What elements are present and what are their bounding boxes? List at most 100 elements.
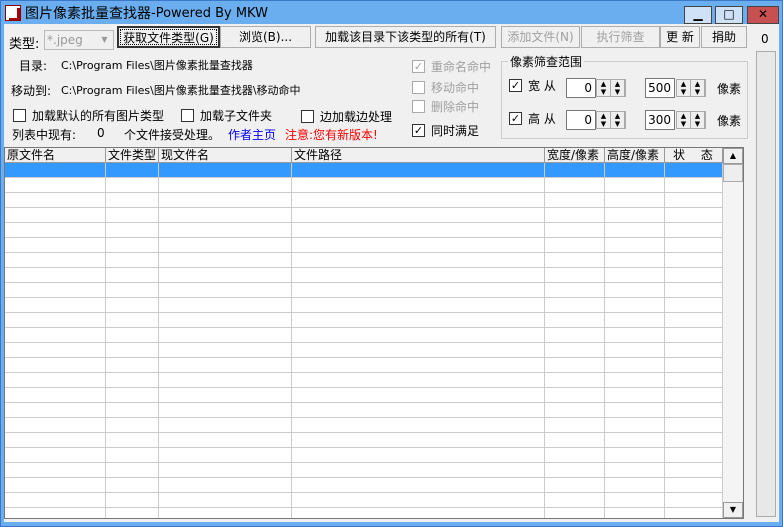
table-row[interactable] [5,493,743,508]
table-row[interactable] [5,208,743,223]
browse-button[interactable]: 浏览(B)... [220,26,311,48]
table-row[interactable] [5,178,743,193]
load-sub-label: 加载子文件夹 [200,109,273,123]
table-cell [159,178,292,192]
table-row[interactable] [5,283,743,298]
table-cell [106,223,159,237]
table-row[interactable] [5,193,743,208]
table-cell [665,328,723,342]
table-cell [106,268,159,282]
table-cell [292,328,545,342]
table-row[interactable] [5,298,743,313]
table-row[interactable] [5,163,743,178]
delete-hit-checkbox[interactable]: 删除命中 [412,98,479,115]
table-cell [5,418,106,432]
table-cell [5,298,106,312]
table-cell [665,313,723,327]
donate-button[interactable]: 捐助 [701,26,747,48]
column-header[interactable]: 高度/像素 [605,148,665,162]
height-from-spinner[interactable]: ▲ ▼ ▲ ▼ [596,111,626,129]
table-row[interactable] [5,268,743,283]
table-cell [159,313,292,327]
column-header[interactable]: 现文件名 [159,148,292,162]
load-all-button[interactable]: 加载该目录下该类型的所有(T) [315,26,496,48]
table-row[interactable] [5,418,743,433]
height-checkbox[interactable]: ✓ 高 从 [509,110,556,127]
width-from-spinner[interactable]: ▲ ▼ ▲ ▼ [596,79,626,97]
table-row[interactable] [5,478,743,493]
width-from-input[interactable]: 0 [566,78,596,98]
table-cell [292,178,545,192]
table-row[interactable] [5,463,743,478]
scroll-down-button[interactable]: ▼ [723,502,743,518]
update-button[interactable]: 更 新 [660,26,700,48]
table-row[interactable] [5,238,743,253]
table-cell [545,193,605,207]
table-cell [159,193,292,207]
table-cell [292,373,545,387]
height-to-spinner[interactable]: ▲ ▼ ▲ ▼ [676,111,706,129]
table-cell [665,208,723,222]
client-area: 类型: *.jpeg ▼ 获取文件类型(G) 浏览(B)... 加载该目录下该类型… [4,24,779,522]
height-to-input[interactable]: 300 [645,110,675,130]
table-row[interactable] [5,223,743,238]
new-version-notice[interactable]: 注意:您有新版本! [285,126,378,143]
load-sub-checkbox[interactable]: 加载子文件夹 [181,107,272,124]
close-button[interactable]: ✕ [747,6,779,24]
add-file-button[interactable]: 添加文件(N) [501,26,580,48]
width-checkbox[interactable]: ✓ 宽 从 [509,77,556,94]
table-row[interactable] [5,328,743,343]
table-cell [5,463,106,477]
maximize-button[interactable]: □ [715,6,743,24]
column-header[interactable]: 文件类型 [106,148,159,162]
table-cell [159,373,292,387]
load-default-checkbox[interactable]: 加载默认的所有图片类型 [13,107,164,124]
width-to-spinner[interactable]: ▲ ▼ ▲ ▼ [676,79,706,97]
column-header[interactable]: 状 态 [665,148,723,162]
pixel-filter-title: 像素筛查范围 [508,53,585,70]
width-label: 宽 从 [528,79,556,93]
table-cell [5,478,106,492]
table-row[interactable] [5,373,743,388]
type-value: *.jpeg [47,33,83,47]
table-row[interactable] [5,358,743,373]
dir-label: 目录: [19,59,48,73]
table-cell [605,238,665,252]
list-count-prefix: 列表中现有: [12,128,77,142]
table-cell [5,208,106,222]
get-types-button[interactable]: 获取文件类型(G) [117,26,220,48]
minimize-button[interactable]: ▁ [684,6,712,24]
width-to-input[interactable]: 500 [645,78,675,98]
table-row[interactable] [5,403,743,418]
table-row[interactable] [5,508,743,518]
type-combo[interactable]: *.jpeg ▼ [44,30,114,50]
scroll-up-button[interactable]: ▲ [723,148,743,164]
table-cell [5,178,106,192]
table-row[interactable] [5,253,743,268]
table-cell [5,373,106,387]
homepage-link[interactable]: 作者主页 [228,126,276,143]
table-cell [545,418,605,432]
column-header[interactable]: 原文件名 [5,148,106,162]
table-row[interactable] [5,433,743,448]
width-unit: 像素 [717,82,742,96]
table-scrollbar[interactable]: ▲ ▼ [723,148,743,518]
table-row[interactable] [5,448,743,463]
table-row[interactable] [5,388,743,403]
both-checkbox[interactable]: ✓ 同时满足 [412,122,479,139]
height-from-input[interactable]: 0 [566,110,596,130]
table-row[interactable] [5,313,743,328]
file-table[interactable]: 原文件名 文件类型 现文件名 文件路径 宽度/像素 高度/像素 状 态 [4,147,744,519]
scroll-thumb[interactable] [723,164,743,182]
process-while-checkbox[interactable]: 边加载边处理 [301,108,392,125]
rename-hit-checkbox[interactable]: ✓ 重命名命中 [412,58,491,75]
table-row[interactable] [5,343,743,358]
table-cell [292,163,545,177]
table-cell [106,343,159,357]
run-filter-button[interactable]: 执行筛查 [581,26,660,48]
table-cell [665,268,723,282]
delete-hit-label: 删除命中 [431,100,480,114]
column-header[interactable]: 文件路径 [292,148,545,162]
move-hit-checkbox[interactable]: 移动命中 [412,79,479,96]
column-header[interactable]: 宽度/像素 [545,148,605,162]
